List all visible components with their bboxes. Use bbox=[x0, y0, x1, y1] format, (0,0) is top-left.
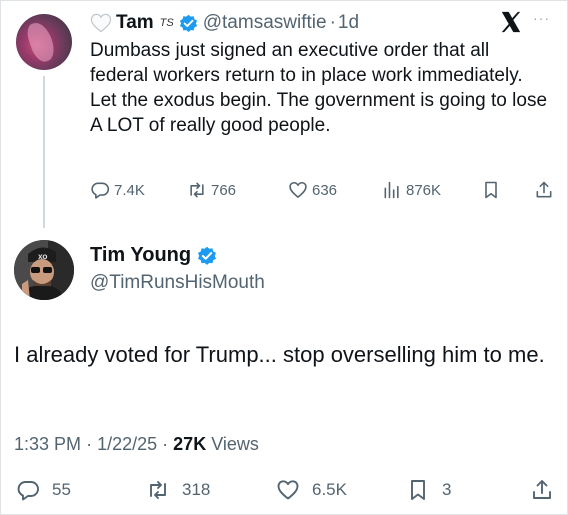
avatar-portrait-image: XO bbox=[14, 240, 74, 300]
main-tweet-text: I already voted for Trump... stop overse… bbox=[14, 342, 545, 367]
parent-like-button[interactable]: 636 bbox=[288, 180, 337, 200]
main-name-row: Tim Young bbox=[90, 244, 217, 267]
main-display-name[interactable]: Tim Young bbox=[90, 244, 191, 267]
parent-display-name[interactable]: Tam bbox=[116, 12, 154, 34]
parent-repost-button[interactable]: 766 bbox=[187, 180, 236, 200]
share-icon bbox=[533, 480, 551, 499]
reply-count: 55 bbox=[52, 480, 71, 499]
reply-button[interactable]: 55 bbox=[16, 478, 71, 502]
separator-dot: · bbox=[329, 12, 336, 33]
verified-badge-icon bbox=[198, 246, 217, 265]
parent-tweet-header: Tam TS @tamsaswiftie · 1d bbox=[90, 10, 359, 36]
parent-age[interactable]: 1d bbox=[338, 12, 359, 34]
like-count: 6.5K bbox=[312, 480, 347, 499]
parent-tweet-actions: 7.4K 766 636 876K bbox=[90, 180, 560, 208]
parent-views-count: 876K bbox=[406, 181, 442, 199]
parent-views-button[interactable]: 876K bbox=[382, 180, 441, 200]
parent-share-button[interactable] bbox=[534, 180, 558, 200]
views-label: Views bbox=[211, 434, 259, 454]
repost-icon bbox=[190, 182, 204, 198]
more-options-icon[interactable]: ··· bbox=[533, 10, 550, 26]
parent-reply-count: 7.4K bbox=[114, 181, 145, 199]
meta-separator: · bbox=[86, 434, 93, 454]
parent-tweet-text: Dumbass just signed an executive order t… bbox=[90, 40, 548, 136]
verified-badge-icon bbox=[179, 14, 197, 32]
bookmark-count: 3 bbox=[442, 480, 452, 499]
name-suffix: TS bbox=[159, 17, 174, 29]
main-handle[interactable]: @TimRunsHisMouth bbox=[90, 272, 265, 294]
white-heart-icon bbox=[90, 13, 112, 33]
bookmark-icon bbox=[411, 480, 425, 500]
views-count: 27K bbox=[173, 434, 207, 454]
bookmark-icon bbox=[485, 181, 497, 199]
parent-bookmark-button[interactable] bbox=[481, 180, 505, 200]
share-button[interactable] bbox=[530, 478, 566, 502]
bookmark-button[interactable]: 3 bbox=[406, 478, 451, 502]
avatar-tim-young[interactable]: XO bbox=[14, 240, 74, 300]
meta-separator: · bbox=[162, 434, 169, 454]
parent-reply-button[interactable]: 7.4K bbox=[90, 180, 145, 200]
like-button[interactable]: 6.5K bbox=[276, 478, 347, 502]
like-icon bbox=[289, 181, 307, 198]
thread-connector-line bbox=[43, 76, 45, 228]
reply-icon bbox=[91, 182, 110, 199]
repost-button[interactable]: 318 bbox=[146, 478, 210, 502]
reply-icon bbox=[17, 481, 39, 501]
tweet-meta: 1:33 PM · 1/22/25 · 27K Views bbox=[14, 434, 259, 455]
views-icon bbox=[384, 181, 399, 199]
parent-like-count: 636 bbox=[312, 181, 338, 199]
tweet-date[interactable]: 1/22/25 bbox=[97, 434, 157, 454]
main-tweet-actions: 55 318 6.5K 3 bbox=[14, 478, 559, 508]
tweet-time[interactable]: 1:33 PM bbox=[14, 434, 81, 454]
repost-count: 318 bbox=[182, 480, 211, 499]
x-logo-icon bbox=[501, 11, 521, 33]
repost-icon bbox=[150, 481, 166, 499]
parent-repost-count: 766 bbox=[211, 181, 237, 199]
share-icon bbox=[536, 181, 552, 198]
parent-handle[interactable]: @tamsaswiftie bbox=[203, 12, 327, 34]
like-icon bbox=[277, 480, 299, 500]
avatar-tam[interactable] bbox=[16, 14, 72, 70]
